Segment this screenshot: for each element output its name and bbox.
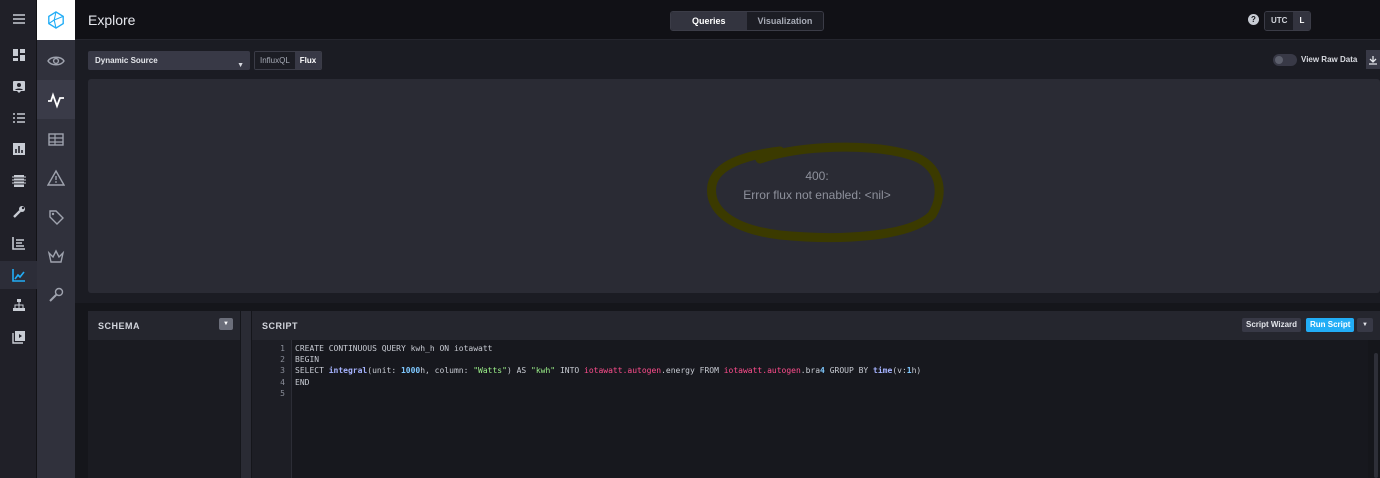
line-number-gutter: 1 2 3 4 5 — [252, 340, 292, 478]
timezone-utc[interactable]: UTC — [1265, 12, 1294, 30]
line-number: 1 — [280, 344, 285, 353]
tab-visualization[interactable]: Visualization — [746, 12, 824, 30]
schema-collapse-button[interactable]: ▼ — [219, 318, 233, 330]
code-line: SELECT integral(unit: 1000h, column: "Wa… — [295, 366, 922, 375]
schema-title: SCHEMA — [98, 321, 141, 331]
code-editor[interactable]: CREATE CONTINUOUS QUERY kwh_h ON iotawat… — [292, 340, 1368, 478]
page-title: Explore — [88, 12, 136, 28]
run-options-button[interactable]: ▼ — [1357, 318, 1373, 332]
media-icon[interactable] — [0, 323, 37, 351]
crown-icon[interactable] — [37, 236, 75, 275]
code-line: END — [295, 378, 310, 387]
line-number: 4 — [280, 378, 285, 387]
explore-graph-icon[interactable] — [0, 261, 37, 289]
icon-rail — [0, 0, 37, 478]
menu-icon[interactable] — [0, 5, 37, 33]
tags-icon[interactable] — [37, 197, 75, 236]
script-wizard-button[interactable]: Script Wizard — [1242, 318, 1302, 332]
source-dropdown-label: Dynamic Source — [95, 56, 158, 65]
script-title: SCRIPT — [262, 321, 299, 331]
list-icon[interactable] — [0, 104, 37, 132]
source-dropdown[interactable]: Dynamic Source ▼ — [88, 51, 250, 70]
editor-scrollbar[interactable] — [1374, 353, 1378, 478]
dashboard-icon[interactable] — [0, 41, 37, 69]
line-number: 3 — [280, 366, 285, 375]
run-script-button[interactable]: Run Script — [1306, 318, 1355, 332]
caret-down-icon: ▼ — [237, 62, 244, 69]
logo-icon[interactable] — [37, 0, 75, 40]
schema-header: SCHEMA ▼ — [88, 311, 240, 340]
query-language-toggle: InfluxQL Flux — [254, 51, 323, 70]
line-number: 2 — [280, 355, 285, 364]
mode-tabs: Queries Visualization — [670, 11, 825, 31]
error-message: Error flux not enabled: <nil> — [743, 188, 891, 202]
raw-data-label: View Raw Data — [1301, 55, 1358, 64]
help-icon[interactable]: ? — [1248, 14, 1259, 25]
database-icon[interactable] — [0, 167, 37, 195]
schema-panel — [88, 340, 240, 478]
configuration-wrench-icon[interactable] — [37, 275, 75, 314]
app-sidebar — [37, 0, 75, 478]
hierarchy-icon[interactable] — [0, 291, 37, 319]
report-icon[interactable] — [0, 229, 37, 257]
download-icon — [1369, 55, 1377, 65]
wrench-icon[interactable] — [0, 198, 37, 226]
download-button[interactable] — [1366, 50, 1380, 69]
code-line: BEGIN — [295, 355, 320, 364]
flux-option[interactable]: Flux — [294, 52, 322, 69]
error-code: 400: — [805, 169, 829, 183]
alert-icon[interactable] — [37, 158, 75, 197]
code-line: CREATE CONTINUOUS QUERY kwh_h ON iotawat… — [295, 344, 493, 353]
pane-divider[interactable] — [241, 311, 251, 478]
app: Explore Queries Visualization ? UTC L Dy… — [0, 0, 1380, 478]
raw-data-toggle[interactable] — [1273, 54, 1297, 66]
eye-icon[interactable] — [37, 41, 75, 80]
timezone-toggle: UTC L — [1264, 11, 1312, 31]
table-icon[interactable] — [37, 119, 75, 158]
data-explorer-icon[interactable] — [37, 80, 75, 119]
script-header: SCRIPT — [252, 311, 1380, 340]
timezone-local[interactable]: L — [1293, 12, 1311, 30]
influxql-option[interactable]: InfluxQL — [255, 52, 295, 69]
toggle-knob — [1275, 56, 1283, 64]
chart-icon[interactable] — [0, 135, 37, 163]
line-number: 5 — [280, 389, 285, 398]
users-icon[interactable] — [0, 73, 37, 101]
tab-queries[interactable]: Queries — [671, 12, 747, 30]
